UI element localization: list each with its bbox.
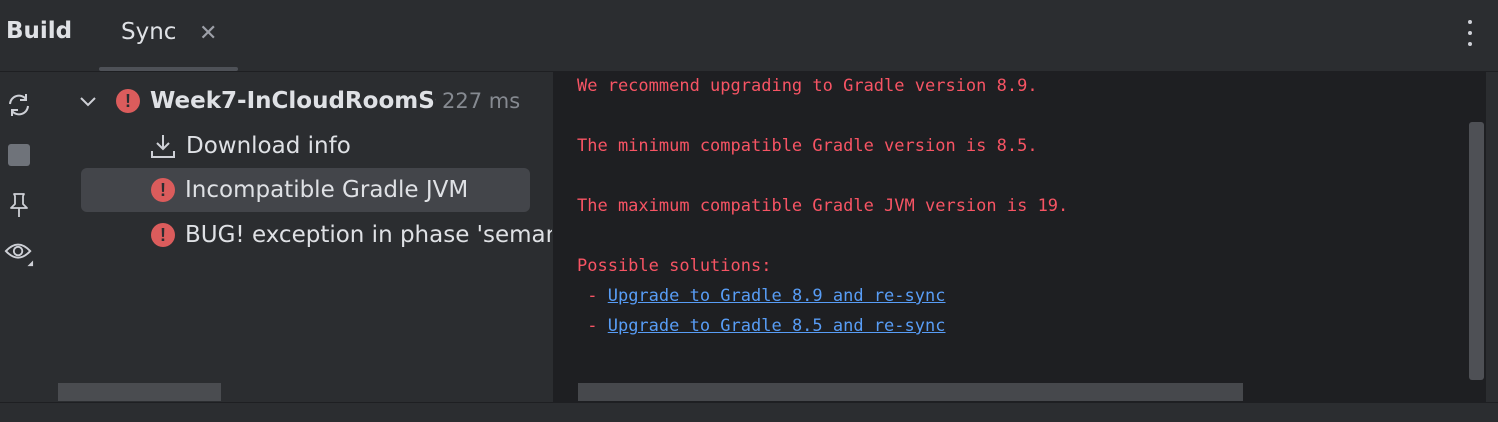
error-icon: ! bbox=[151, 223, 175, 247]
error-icon: ! bbox=[151, 178, 175, 202]
eye-icon[interactable] bbox=[4, 237, 34, 267]
tree-root-node[interactable]: ! Week7-InCloudRoomSC 227 ms bbox=[78, 79, 520, 123]
close-icon[interactable]: ✕ bbox=[199, 19, 217, 49]
tab-sync[interactable]: Sync ✕ bbox=[99, 0, 238, 71]
more-options-icon[interactable] bbox=[1459, 16, 1481, 50]
stop-icon[interactable] bbox=[4, 140, 34, 170]
console-line: We recommend upgrading to Gradle version… bbox=[577, 76, 1038, 96]
root-node-time: 227 ms bbox=[442, 89, 521, 113]
tool-window-header: Build Sync ✕ bbox=[0, 0, 1498, 72]
bullet: - bbox=[577, 286, 608, 306]
tree-item-incompatible-gradle-jvm[interactable]: ! Incompatible Gradle JVM bbox=[81, 168, 530, 212]
tree-item-download-info[interactable]: Download info bbox=[150, 124, 351, 168]
tree-item-label: Incompatible Gradle JVM bbox=[185, 177, 469, 203]
tree-item-label: BUG! exception in phase 'semantic analys… bbox=[185, 222, 552, 248]
panel-title: Build bbox=[6, 18, 73, 44]
upgrade-gradle-8-9-link[interactable]: Upgrade to Gradle 8.9 and re-sync bbox=[608, 286, 946, 306]
build-tree: ! Week7-InCloudRoomSC 227 ms Download in… bbox=[40, 72, 552, 402]
tree-horizontal-scrollbar[interactable] bbox=[58, 383, 221, 401]
build-toolbar bbox=[0, 72, 40, 402]
bullet: - bbox=[577, 316, 608, 336]
download-icon bbox=[151, 135, 175, 158]
tree-item-bug-exception[interactable]: ! BUG! exception in phase 'semantic anal… bbox=[151, 213, 552, 257]
console-line: The minimum compatible Gradle version is… bbox=[577, 136, 1038, 156]
solution-item: - Upgrade to Gradle 8.9 and re-sync bbox=[577, 286, 945, 306]
sync-icon[interactable] bbox=[4, 90, 34, 120]
pin-icon[interactable] bbox=[4, 190, 34, 220]
console-horizontal-scrollbar[interactable] bbox=[578, 383, 1243, 401]
console-vertical-scrollbar[interactable] bbox=[1469, 122, 1484, 380]
status-bar bbox=[0, 402, 1498, 422]
tab-active-indicator bbox=[99, 67, 238, 71]
tab-label: Sync bbox=[121, 19, 177, 45]
console-line: The maximum compatible Gradle JVM versio… bbox=[577, 196, 1069, 216]
solution-item: - Upgrade to Gradle 8.5 and re-sync bbox=[577, 316, 945, 336]
error-icon: ! bbox=[116, 89, 140, 113]
root-node-label: Week7-InCloudRoomSC bbox=[150, 88, 436, 114]
upgrade-gradle-8-5-link[interactable]: Upgrade to Gradle 8.5 and re-sync bbox=[608, 316, 946, 336]
console-line: Possible solutions: bbox=[577, 256, 772, 276]
chevron-down-icon[interactable] bbox=[78, 91, 98, 111]
tree-item-label: Download info bbox=[186, 133, 351, 159]
console-output: We recommend upgrading to Gradle version… bbox=[553, 72, 1486, 402]
